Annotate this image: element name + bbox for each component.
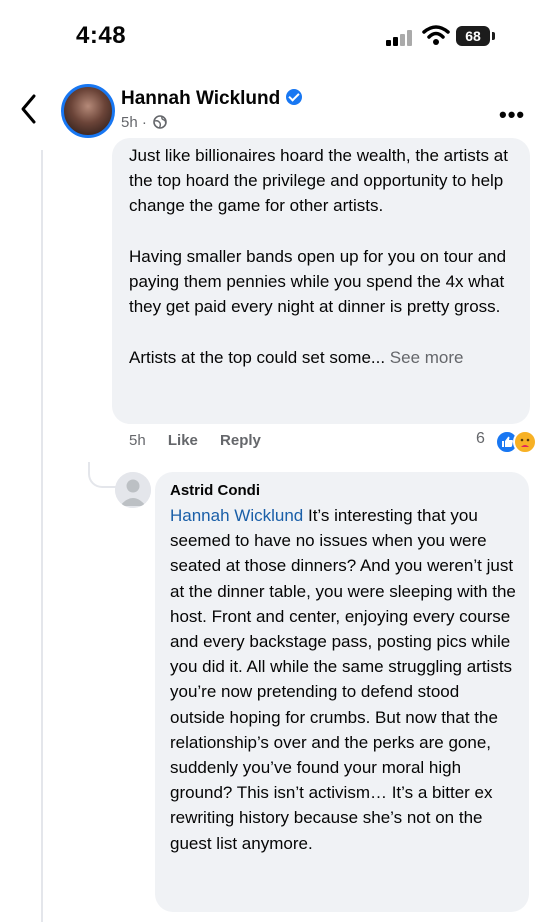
thread-line bbox=[41, 150, 43, 922]
care-reaction-icon bbox=[513, 430, 537, 454]
status-time: 4:48 bbox=[76, 22, 127, 49]
post-meta: 5h · bbox=[121, 114, 167, 131]
profile-name[interactable]: Hannah Wicklund bbox=[121, 88, 303, 110]
comment-actions: 5h Like Reply bbox=[129, 432, 279, 449]
see-more-link[interactable]: See more bbox=[390, 348, 464, 367]
comment-time: 5h bbox=[129, 432, 146, 449]
post-time: 5h · bbox=[121, 114, 147, 131]
comment-paragraph-truncated: Artists at the top could set some... See… bbox=[129, 345, 519, 370]
default-avatar-icon[interactable] bbox=[115, 472, 151, 508]
like-button[interactable]: Like bbox=[168, 432, 198, 449]
reaction-count[interactable]: 6 bbox=[476, 430, 485, 448]
profile-avatar[interactable] bbox=[61, 84, 115, 138]
comment-paragraph: Artists at the top could set some... bbox=[129, 347, 386, 367]
comment-text: Just like billionaires hoard the wealth,… bbox=[129, 143, 519, 370]
comment-paragraph: Having smaller bands open up for you on … bbox=[129, 246, 507, 317]
wifi-icon bbox=[422, 25, 450, 45]
comment-paragraph: Just like billionaires hoard the wealth,… bbox=[129, 146, 508, 216]
reply-author[interactable]: Astrid Condi bbox=[170, 482, 260, 499]
back-chevron-icon[interactable] bbox=[18, 92, 40, 126]
verified-badge-icon bbox=[286, 89, 303, 105]
mention-link[interactable]: Hannah Wicklund bbox=[170, 506, 303, 525]
reply-button[interactable]: Reply bbox=[220, 432, 261, 449]
cellular-signal-icon bbox=[386, 28, 414, 46]
reply-text: Hannah Wicklund It’s interesting that yo… bbox=[170, 503, 518, 856]
status-bar: 4:48 68 bbox=[0, 0, 544, 72]
globe-icon bbox=[153, 115, 167, 129]
more-options-icon[interactable]: ••• bbox=[499, 102, 525, 128]
post-header: Hannah Wicklund 5h · ••• bbox=[0, 72, 544, 148]
battery-tip bbox=[492, 32, 495, 40]
profile-name-text[interactable]: Hannah Wicklund bbox=[121, 88, 280, 109]
reply-connector bbox=[88, 462, 116, 488]
battery-icon: 68 bbox=[456, 26, 490, 46]
reply-body: It’s interesting that you seemed to have… bbox=[170, 506, 516, 853]
